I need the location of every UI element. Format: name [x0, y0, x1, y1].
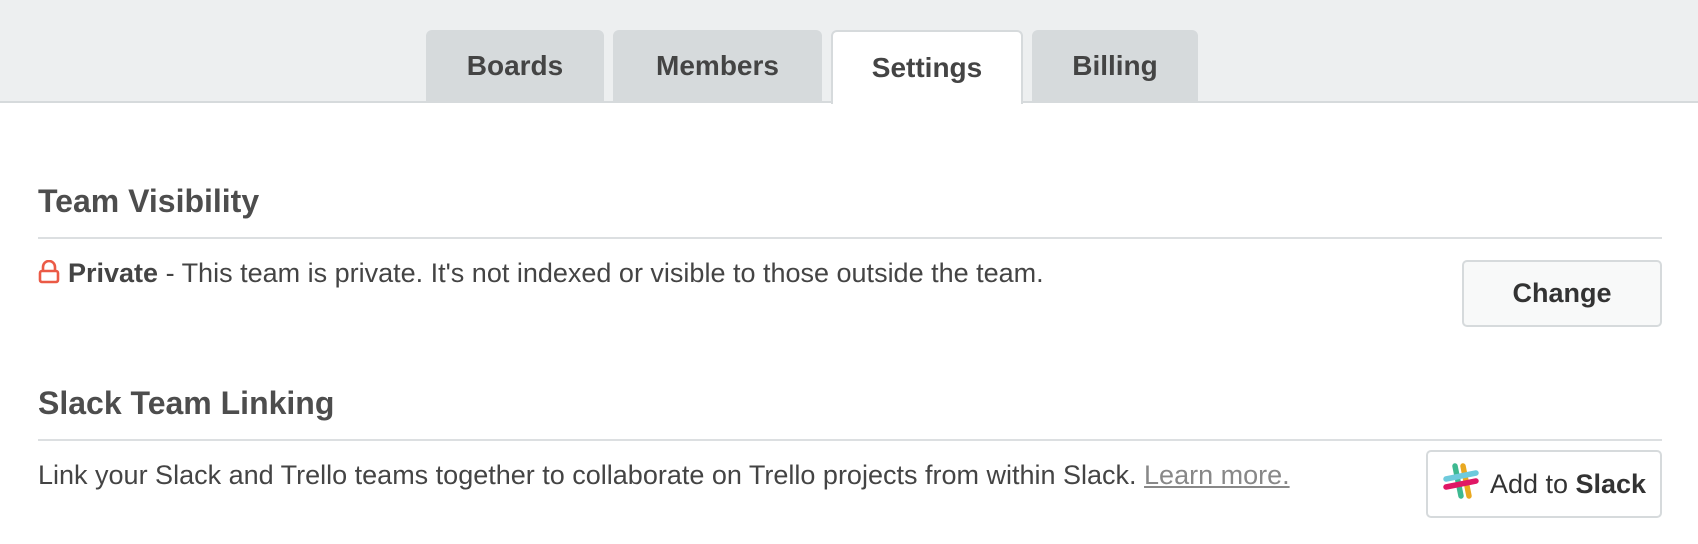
slack-linking-heading: Slack Team Linking — [38, 385, 335, 421]
tab-members[interactable]: Members — [613, 30, 822, 102]
team-visibility-heading: Team Visibility — [38, 183, 260, 219]
add-to-slack-button[interactable]: Add to Slack — [1426, 450, 1662, 518]
slack-logo-icon — [1442, 462, 1480, 507]
learn-more-link[interactable]: Learn more. — [1144, 460, 1290, 490]
visibility-text: - This team is private. It's not indexed… — [158, 258, 1044, 288]
divider — [38, 439, 1662, 441]
lock-icon — [38, 259, 60, 291]
tab-billing[interactable]: Billing — [1032, 30, 1198, 102]
slack-text: Link your Slack and Trello teams togethe… — [38, 460, 1145, 490]
visibility-description: Private - This team is private. It's not… — [38, 258, 1044, 291]
tab-bar: Boards Members Settings Billing — [0, 0, 1698, 104]
change-visibility-button[interactable]: Change — [1462, 260, 1662, 327]
add-to-slack-label: Add to Slack — [1489, 468, 1647, 499]
divider — [38, 237, 1662, 239]
slack-description: Link your Slack and Trello teams togethe… — [38, 460, 1290, 491]
tab-settings[interactable]: Settings — [831, 30, 1023, 104]
tab-boards[interactable]: Boards — [426, 30, 604, 102]
visibility-level: Private — [68, 258, 159, 288]
